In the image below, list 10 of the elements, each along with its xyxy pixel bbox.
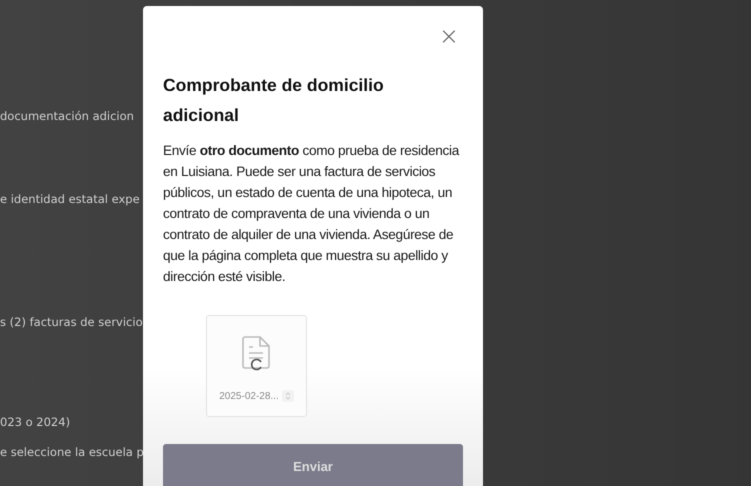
background-text: e seleccione la escuela p — [0, 444, 143, 461]
background-text: documentación adicion — [0, 108, 135, 125]
background-text: e identidad estatal expe — [0, 191, 141, 208]
sort-icon — [282, 390, 294, 402]
modal-title: Comprobante de domicilio adicional — [163, 74, 385, 127]
background-text: 023 o 2024) — [0, 414, 72, 431]
close-button[interactable]: × — [436, 26, 461, 46]
background-text: s (2) facturas de servicio — [0, 314, 143, 331]
file-name: 2025-02-28... — [219, 390, 279, 402]
modal-description: Envíe otro documento como prueba de residencia en Luisiana. Puede ser una factura de servicios públicos, un estado de cuenta de una hipoteca, un contrato de compraventa de una vivienda o un contrato de alquiler de una vivienda. Asegúrese de que la página completa que muestra su apellido y dirección esté visible. — [163, 142, 460, 286]
